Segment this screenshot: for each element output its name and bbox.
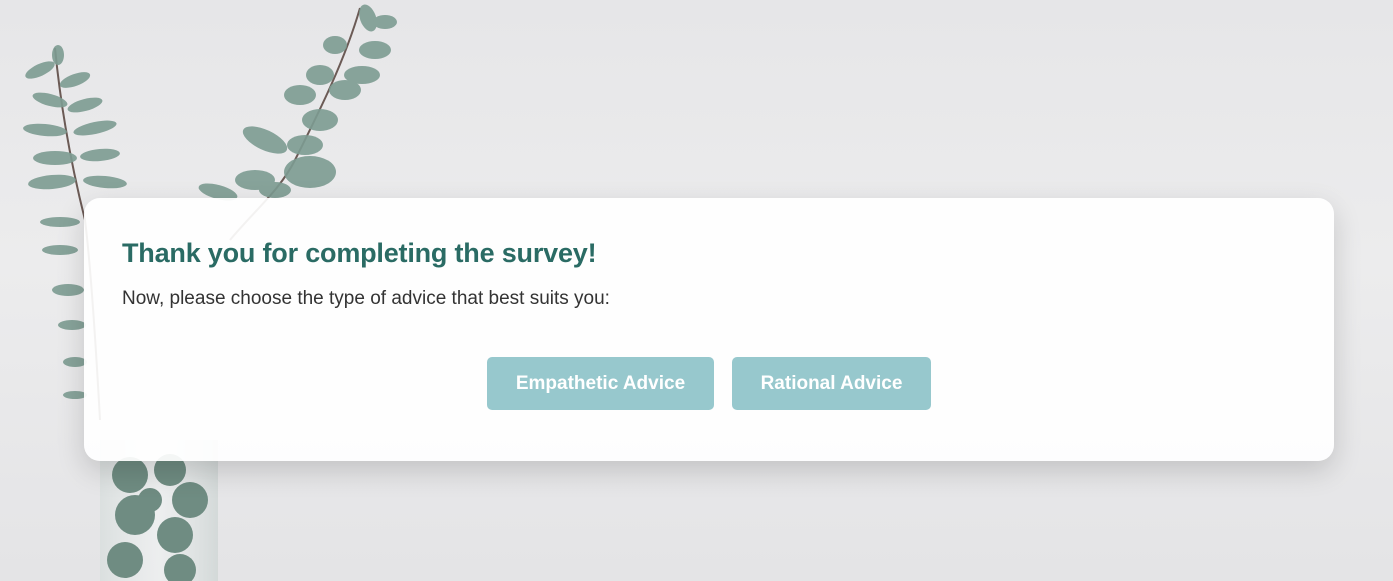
empathetic-advice-button[interactable]: Empathetic Advice [487,357,714,410]
instruction-text: Now, please choose the type of advice th… [122,288,610,309]
page-title: Thank you for completing the survey! [122,238,597,268]
survey-complete-card: Thank you for completing the survey! Now… [84,198,1334,461]
advice-choice-buttons: Empathetic Advice Rational Advice [84,357,1334,410]
rational-advice-button[interactable]: Rational Advice [732,357,931,410]
